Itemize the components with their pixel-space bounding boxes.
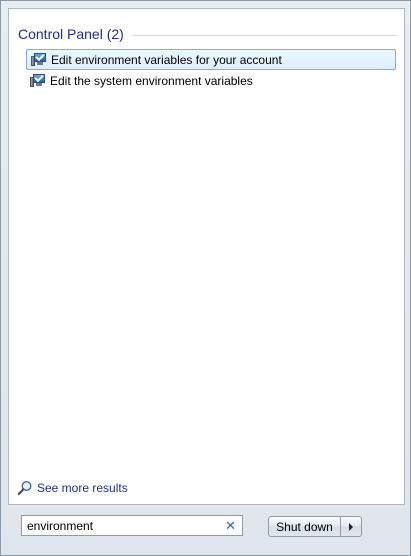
result-item-label: Edit environment variables for your acco… <box>51 52 282 67</box>
magnifier-icon <box>17 480 32 496</box>
shutdown-split-button: Shut down <box>268 516 362 537</box>
group-divider <box>131 34 397 36</box>
arrow-right-icon <box>349 522 353 531</box>
see-more-results-link[interactable]: See more results <box>17 479 128 497</box>
search-results-pane: Control Panel (2) Edit environment varia… <box>8 8 405 505</box>
see-more-label: See more results <box>37 481 128 495</box>
shutdown-button[interactable]: Shut down <box>269 517 340 536</box>
shutdown-options-button[interactable] <box>341 517 361 536</box>
result-item-edit-user-env[interactable]: Edit environment variables for your acco… <box>26 49 396 70</box>
result-item-edit-system-env[interactable]: Edit the system environment variables <box>26 70 396 91</box>
close-icon[interactable]: ✕ <box>225 518 236 533</box>
result-item-label: Edit the system environment variables <box>50 73 253 88</box>
search-box[interactable]: ✕ <box>21 515 243 536</box>
search-input[interactable] <box>22 518 217 533</box>
result-group-title[interactable]: Control Panel (2) <box>18 26 124 42</box>
result-group-header: Control Panel (2) <box>18 24 397 44</box>
start-menu: Control Panel (2) Edit environment varia… <box>0 0 411 556</box>
control-panel-icon <box>31 51 47 67</box>
control-panel-icon <box>30 72 46 88</box>
